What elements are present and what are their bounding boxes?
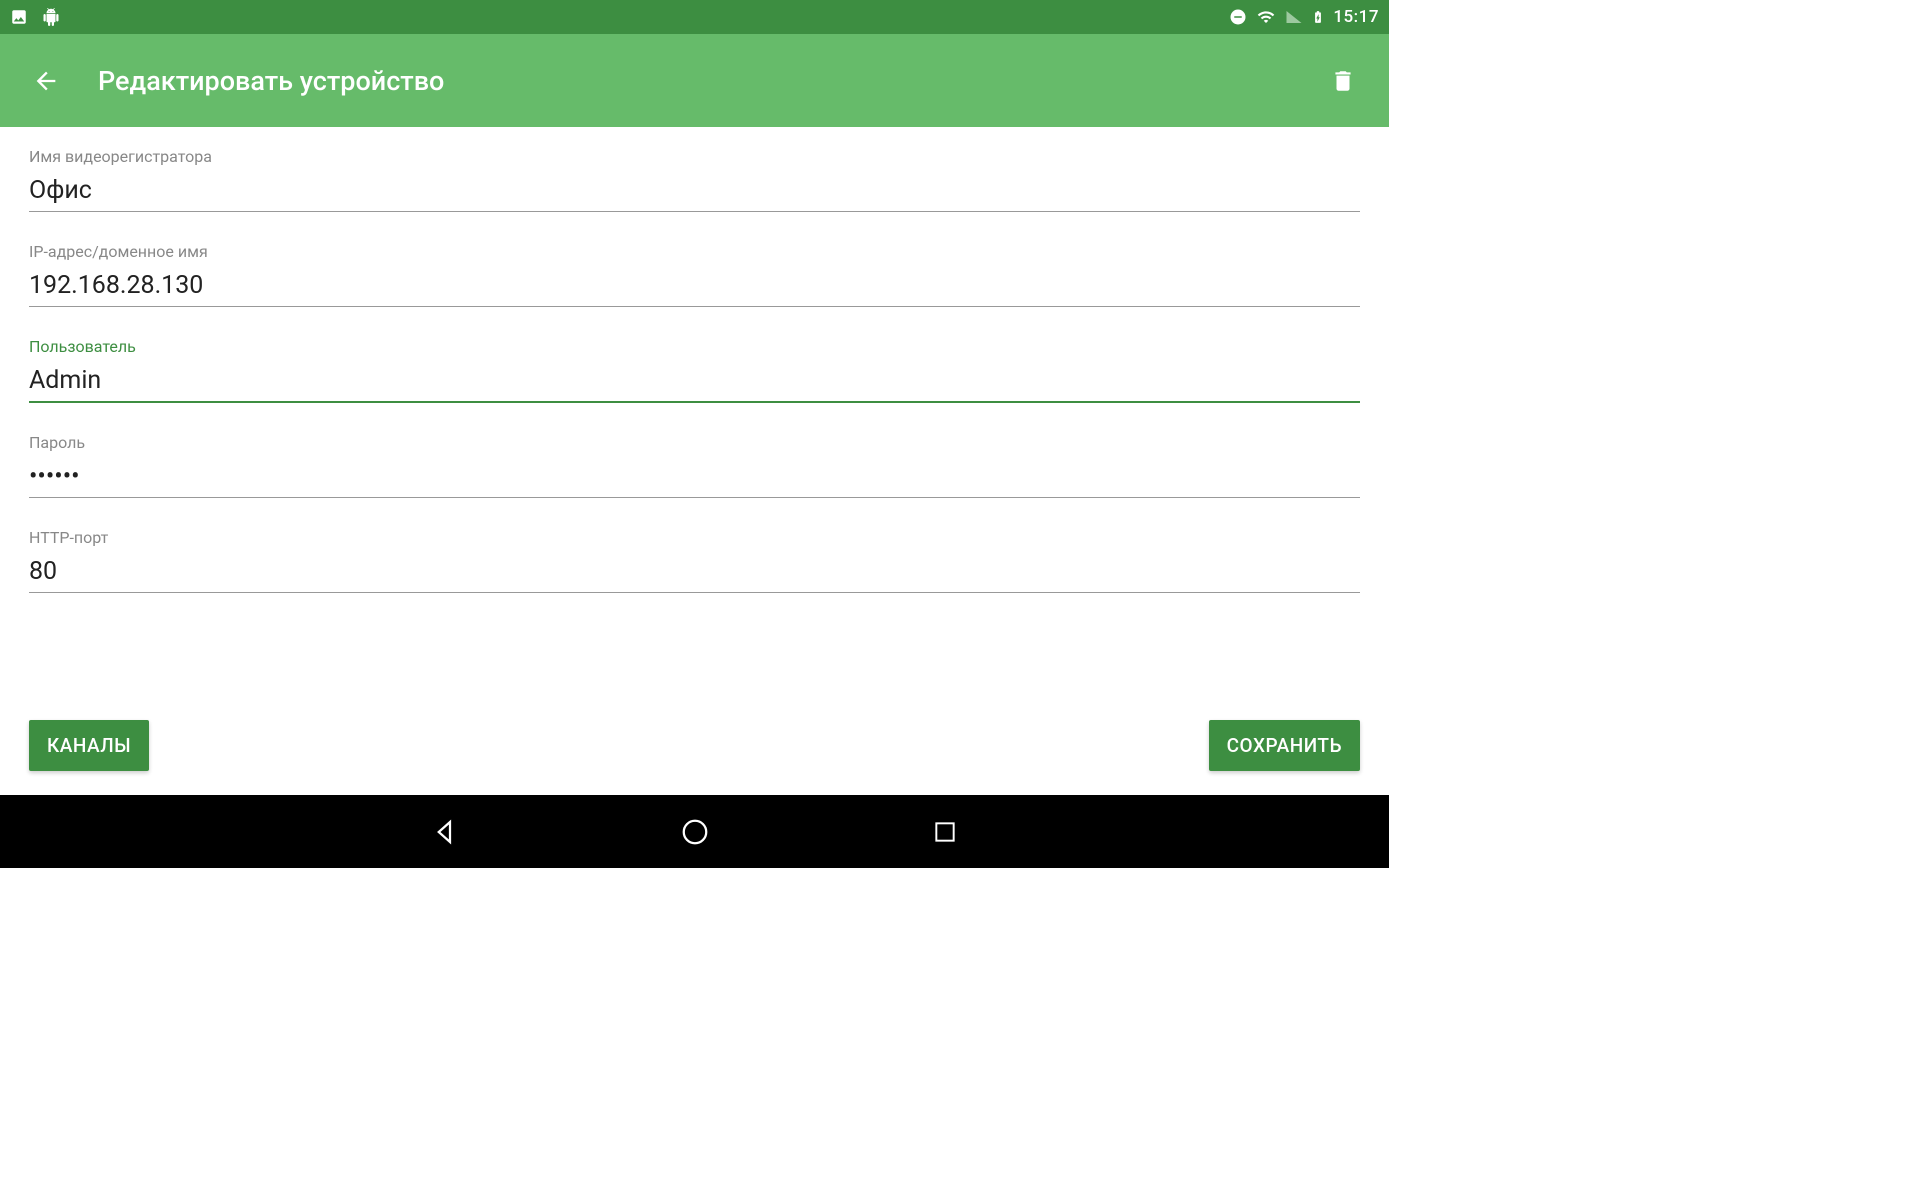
ip-address-label: IP-адрес/доменное имя — [29, 242, 1360, 261]
action-bar: Редактировать устройство — [0, 34, 1389, 127]
status-time: 15:17 — [1333, 7, 1379, 27]
field-http-port: HTTP-порт — [29, 528, 1360, 593]
password-label: Пароль — [29, 433, 1360, 452]
back-button[interactable] — [26, 61, 66, 101]
ip-address-input[interactable] — [29, 267, 1360, 307]
field-device-name: Имя видеорегистратора — [29, 147, 1360, 212]
delete-button[interactable] — [1323, 61, 1363, 101]
battery-charging-icon — [1311, 7, 1325, 27]
page-title: Редактировать устройство — [98, 65, 444, 97]
navigation-bar — [0, 795, 1389, 868]
nav-back-button[interactable] — [425, 812, 465, 852]
password-input[interactable] — [29, 458, 1360, 498]
android-icon — [42, 8, 60, 26]
channels-button[interactable]: КАНАЛЫ — [29, 720, 149, 771]
field-ip-address: IP-адрес/доменное имя — [29, 242, 1360, 307]
http-port-input[interactable] — [29, 553, 1360, 593]
nav-recent-button[interactable] — [925, 812, 965, 852]
device-name-label: Имя видеорегистратора — [29, 147, 1360, 166]
edit-device-form: Имя видеорегистратора IP-адрес/доменное … — [0, 127, 1389, 795]
user-input[interactable] — [29, 362, 1360, 403]
no-sim-icon — [1285, 8, 1303, 26]
field-password: Пароль — [29, 433, 1360, 498]
button-row: КАНАЛЫ СОХРАНИТЬ — [29, 720, 1360, 795]
status-bar: 15:17 — [0, 0, 1389, 34]
user-label: Пользователь — [29, 337, 1360, 356]
device-name-input[interactable] — [29, 172, 1360, 212]
wifi-icon — [1255, 8, 1277, 26]
nav-home-button[interactable] — [675, 812, 715, 852]
save-button[interactable]: СОХРАНИТЬ — [1209, 720, 1360, 771]
image-icon — [10, 8, 28, 26]
dnd-icon — [1229, 8, 1247, 26]
http-port-label: HTTP-порт — [29, 528, 1360, 547]
field-user: Пользователь — [29, 337, 1360, 403]
